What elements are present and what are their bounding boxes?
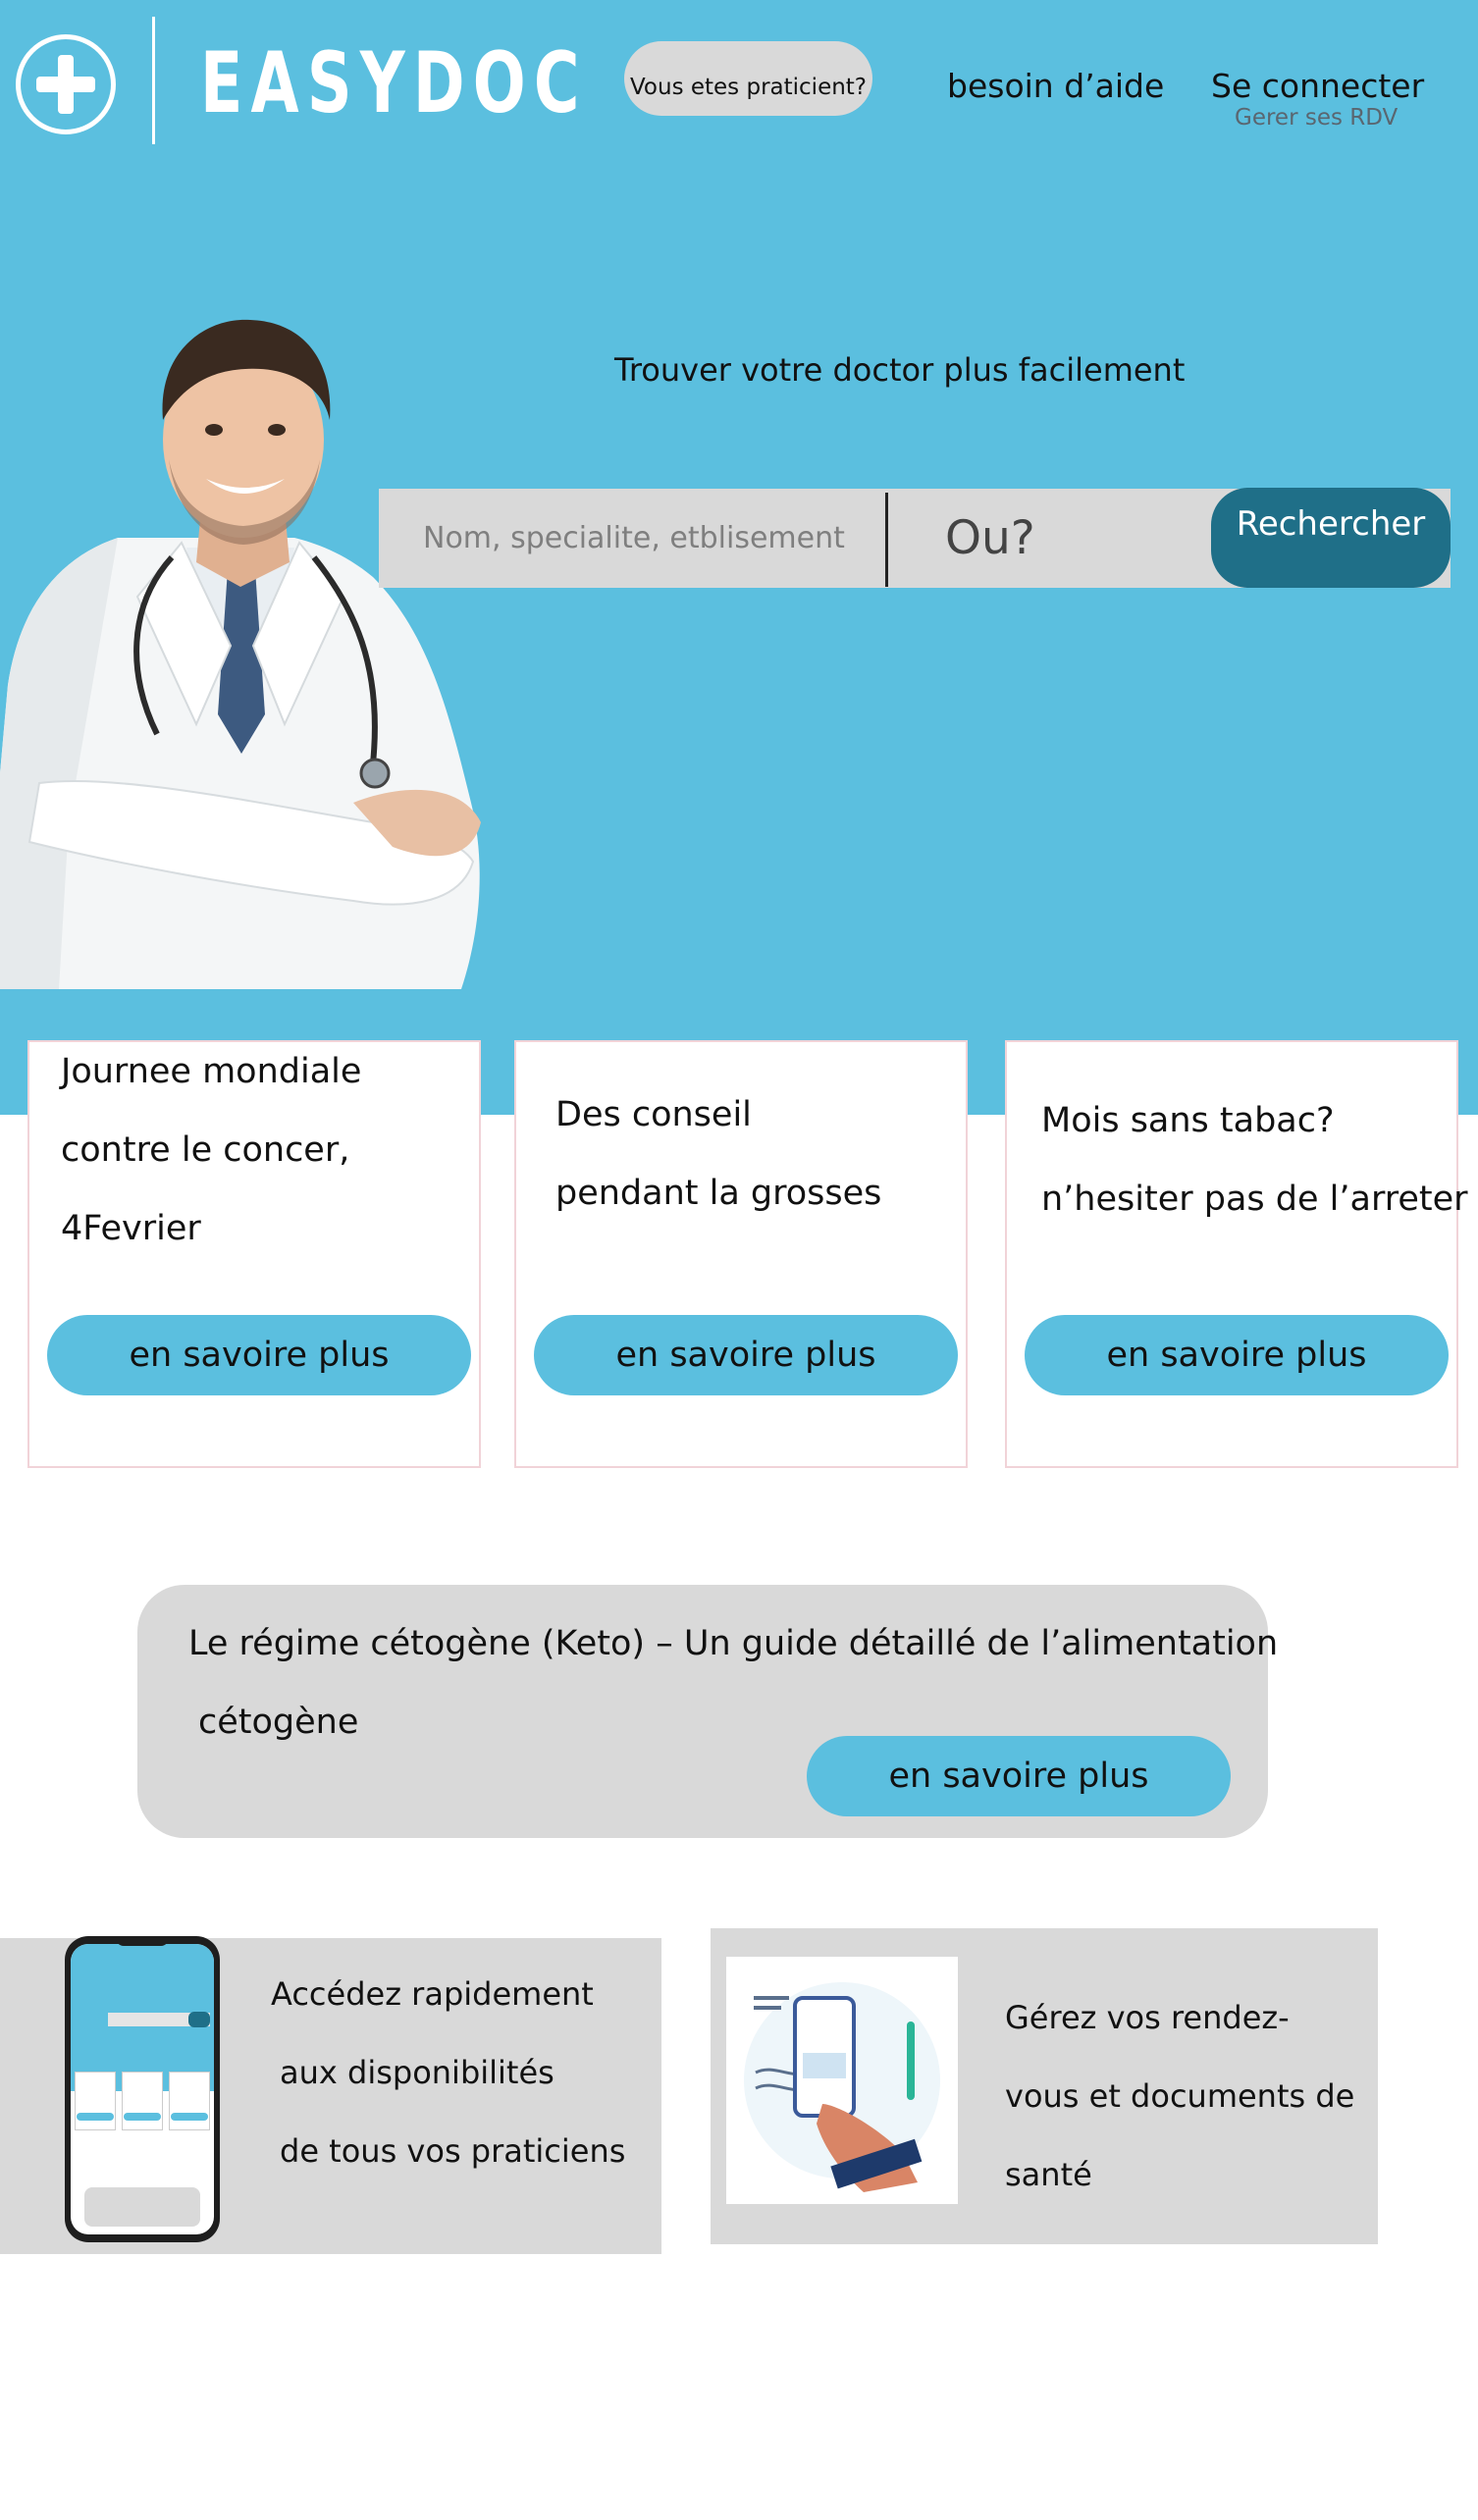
brand-logo-text[interactable]: EASYDOC — [200, 29, 588, 137]
practitioner-button[interactable]: Vous etes praticient? — [624, 41, 872, 116]
keto-article-banner: Le régime cétogène (Keto) – Un guide dét… — [137, 1585, 1278, 1838]
feature-text: de tous vos praticiens — [280, 2132, 626, 2170]
card-text: Journee mondiale — [61, 1052, 362, 1091]
learn-more-button[interactable]: en savoire plus — [47, 1315, 471, 1395]
card-text: Des conseil — [555, 1095, 752, 1134]
medical-cross-logo-icon[interactable] — [16, 34, 116, 134]
learn-more-button[interactable]: en savoire plus — [534, 1315, 958, 1395]
doctor-photo — [0, 319, 481, 989]
learn-more-button[interactable]: en savoire plus — [807, 1736, 1231, 1816]
card-text: pendant la grosses — [555, 1174, 882, 1213]
feature-text: santé — [1005, 2156, 1092, 2193]
logo-divider — [152, 17, 155, 144]
feature-text: vous et documents de — [1005, 2077, 1355, 2115]
login-subtitle: Gerer ses RDV — [1235, 105, 1399, 131]
card-text: contre le concer, — [61, 1130, 350, 1170]
feature-text: aux disponibilités — [280, 2054, 554, 2091]
learn-more-button[interactable]: en savoire plus — [1025, 1315, 1449, 1395]
card-text: Mois sans tabac? — [1041, 1101, 1335, 1140]
card-text: n’hesiter pas de l’arreter — [1041, 1180, 1468, 1219]
help-link[interactable]: besoin d’aide — [947, 67, 1164, 105]
search-input[interactable] — [379, 489, 885, 588]
feature-text: Gérez vos rendez- — [1005, 1999, 1290, 2036]
search-button[interactable]: Rechercher — [1211, 488, 1451, 588]
smartphone-icon — [65, 1936, 220, 2242]
hand-phone-icon — [726, 1957, 958, 2204]
location-input[interactable] — [888, 489, 1183, 588]
keto-title-line: Le régime cétogène (Keto) – Un guide dét… — [188, 1624, 1279, 1663]
news-card: Des conseil pendant la grosses en savoir… — [514, 1040, 968, 1468]
login-link[interactable]: Se connecter — [1211, 67, 1424, 105]
news-card: Mois sans tabac? n’hesiter pas de l’arre… — [1005, 1040, 1468, 1468]
feature-text: Accédez rapidement — [271, 1975, 594, 2013]
card-text: 4Fevrier — [61, 1209, 201, 1248]
hero-tagline: Trouver votre doctor plus facilement — [614, 351, 1186, 389]
news-card: Journee mondiale contre le concer, 4Fevr… — [27, 1040, 481, 1468]
keto-title-line: cétogène — [198, 1703, 359, 1742]
